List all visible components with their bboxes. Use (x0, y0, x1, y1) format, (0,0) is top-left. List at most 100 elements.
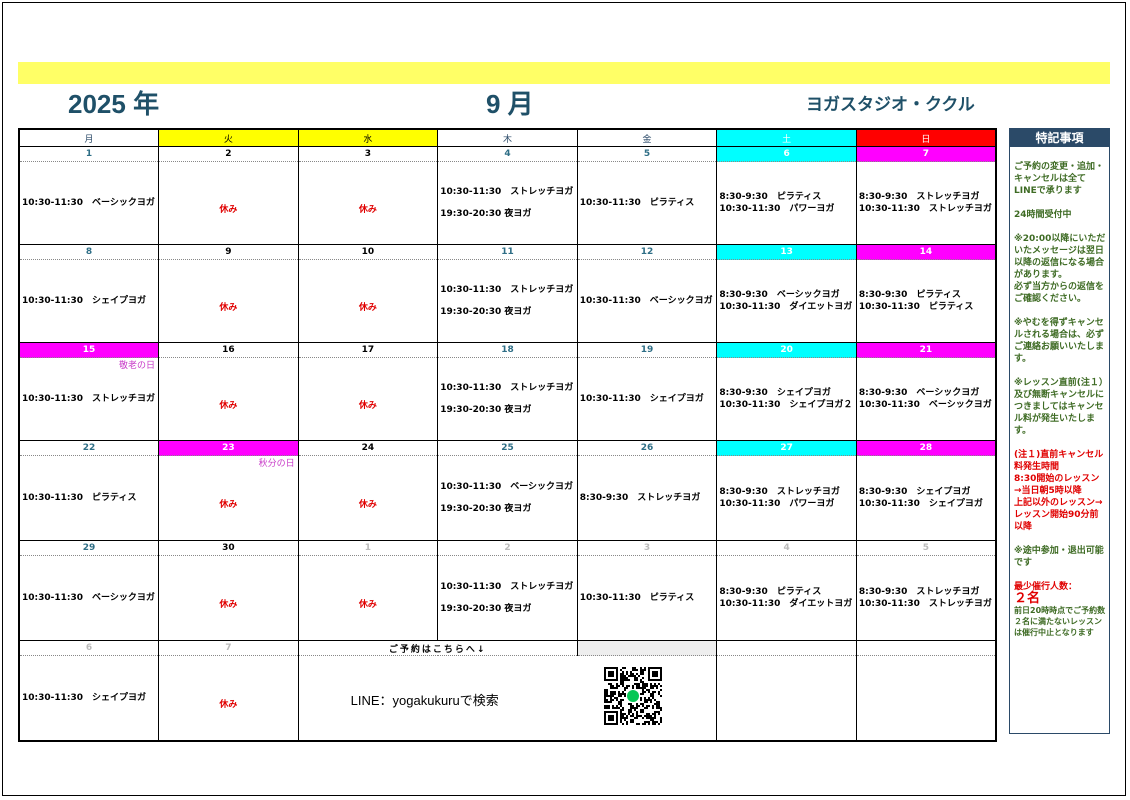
day-cell: 休み (297, 357, 439, 441)
day-cell: 8:30-9:30 ストレッチヨガ 10:30-11:30 パワーヨガ (716, 455, 857, 541)
closed-label: 休み (358, 499, 377, 510)
date-cell: 24 (297, 440, 439, 456)
date-cell: 2 (437, 540, 578, 556)
note-4: ※やむを得ずキャンセルされる場合は、必ずご連絡お願いいたします。 (1014, 318, 1105, 364)
min-participants-note: 前日20時時点でご予約数２名に満たないレッスンは催行中止となります (1014, 606, 1106, 637)
day-cell: 休み (297, 161, 439, 245)
closed-label: 休み (358, 400, 377, 411)
lesson-entry: 10:30-11:30 ベーシックヨガ (579, 296, 713, 306)
lesson-entry: 8:30-9:30 ストレッチヨガ (579, 493, 701, 503)
day-cell: 8:30-9:30 ベーシックヨガ 10:30-11:30 ダイエットヨガ (716, 259, 857, 343)
weekday-1: 火 (158, 129, 299, 147)
closed-label: 休み (358, 302, 377, 313)
date-cell: 26 (576, 440, 718, 456)
day-cell: 休み (297, 555, 439, 641)
day-cell: 10:30-11:30 ピラティス (18, 455, 160, 541)
date-cell: 3 (297, 146, 439, 162)
line-search-text: LINE：yogakukuruで検索 (350, 693, 499, 708)
lesson-entry: 10:30-11:30 ベーシックヨガ (22, 198, 155, 208)
day-cell: 8:30-9:30 シェイプヨガ 10:30-11:30 シェイプヨガ２ (716, 357, 857, 441)
lesson-entry: 10:30-11:30 ベーシックヨガ (440, 482, 574, 492)
lesson-entry: 10:30-11:30 ダイエットヨガ (719, 599, 853, 609)
date-cell: 14 (855, 244, 997, 260)
day-cell: 休み (158, 555, 299, 641)
day-cell: 休み (158, 357, 299, 441)
lesson-entry: 10:30-11:30 ストレッチヨガ (858, 204, 992, 214)
lesson-row: 10:30-11:30 シェイプヨガ 休み 休み 10:30-11:30 ストレッチヨ… (18, 259, 997, 343)
night-lesson-entry: 19:30-20:30 夜ヨガ (440, 405, 532, 415)
studio-name: ヨガスタジオ・ククル (806, 95, 975, 115)
weekday-header-row: 月火水木金土日 (18, 129, 997, 147)
line-reservation: LINE：yogakukuruで検索 (297, 655, 718, 741)
day-cell: 10:30-11:30 ストレッチヨガ 19:30-20:30 夜ヨガ (437, 259, 578, 343)
qr-code-icon[interactable] (603, 667, 662, 725)
date-row: 8 9 10 11 12 13 14 (18, 244, 997, 260)
reserve-heading: ご予約はこちらへ↓ (297, 640, 578, 656)
lesson-entry: 10:30-11:30 ストレッチヨガ (440, 582, 574, 592)
date-cell: 15 (18, 342, 160, 358)
lesson-entry: 10:30-11:30 パワーヨガ (719, 499, 835, 509)
date-cell: 3 (576, 540, 718, 556)
lesson-entry: 10:30-11:30 パワーヨガ (719, 204, 835, 214)
date-cell: 7 (158, 640, 299, 656)
day-cell: 8:30-9:30 シェイプヨガ 10:30-11:30 シェイプヨガ (855, 455, 997, 541)
lesson-entry: 10:30-11:30 ピラティス (579, 593, 695, 603)
date-cell: 1 (18, 146, 160, 162)
date-cell: 20 (716, 342, 857, 358)
date-cell: 4 (437, 146, 578, 162)
midway-note: ※途中参加・退出可能です (1014, 546, 1104, 568)
weekday-5: 土 (716, 129, 857, 147)
lesson-entry: 10:30-11:30 シェイプヨガ２ (719, 400, 853, 410)
sidebar-title: 特記事項 (1010, 129, 1109, 147)
day-cell: 休み (297, 455, 439, 541)
date-cell: 2 (158, 146, 299, 162)
lesson-row: 10:30-11:30 ピラティス 秋分の日 休み休み 10:30-11:30 ベーシ… (18, 455, 997, 541)
note-3: ※20:00以降にいただいたメッセージは翌日以降の返信になる場合があります。 必… (1014, 234, 1106, 304)
lesson-entry: 8:30-9:30 ストレッチヨガ (858, 587, 980, 597)
day-cell (716, 655, 857, 741)
lesson-entry: 10:30-11:30 ベーシックヨガ (22, 593, 155, 603)
day-cell: 10:30-11:30 ストレッチヨガ 19:30-20:30 夜ヨガ (437, 161, 578, 245)
date-cell: 18 (437, 342, 578, 358)
weekday-4: 金 (576, 129, 718, 147)
date-cell: 13 (716, 244, 857, 260)
date-cell: 19 (576, 342, 718, 358)
lesson-entry: 10:30-11:30 シェイプヨガ (579, 394, 704, 404)
night-lesson-entry: 19:30-20:30 夜ヨガ (440, 209, 532, 219)
date-cell (716, 640, 857, 656)
day-cell: 休み (158, 655, 299, 741)
day-cell: 8:30-9:30 ストレッチヨガ 10:30-11:30 ストレッチヨガ (855, 555, 997, 641)
cancel-fee-note: (注１)直前キャンセル料発生時間 8:30開始のレッスン→当日朝5時以降 上記以… (1014, 450, 1104, 532)
lesson-entry: 10:30-11:30 ストレッチヨガ (440, 187, 574, 197)
date-cell: 5 (576, 146, 718, 162)
closed-label: 休み (358, 204, 377, 215)
date-cell: 29 (18, 540, 160, 556)
day-cell: 休み (158, 259, 299, 343)
day-cell: 8:30-9:30 ストレッチヨガ (576, 455, 718, 541)
date-cell: 12 (576, 244, 718, 260)
day-cell: 8:30-9:30 ピラティス 10:30-11:30 パワーヨガ (716, 161, 857, 245)
date-row: 6 7 ご予約はこちらへ↓ (18, 640, 997, 656)
weekday-6: 日 (855, 129, 997, 147)
day-cell: 休み (297, 259, 439, 343)
sidebar-notes: 特記事項 ご予約の変更・追加・キャンセルは全てLINEで承ります 24時間受付中… (1009, 128, 1110, 734)
night-lesson-entry: 19:30-20:30 夜ヨガ (440, 307, 532, 317)
date-cell: 27 (716, 440, 857, 456)
date-cell (855, 640, 997, 656)
lesson-row: 10:30-11:30 ベーシックヨガ 休み 休み 10:30-11:30 ストレッチ… (18, 161, 997, 245)
date-cell: 8 (18, 244, 160, 260)
day-cell: 秋分の日 休み (158, 455, 299, 541)
date-cell: 11 (437, 244, 578, 260)
lesson-entry: 10:30-11:30 ピラティス (858, 302, 974, 312)
date-cell: 4 (716, 540, 857, 556)
lesson-entry: 8:30-9:30 ストレッチヨガ (858, 192, 980, 202)
month-label: 9 月 (486, 89, 534, 119)
day-cell: 10:30-11:30 ベーシックヨガ (18, 555, 160, 641)
date-cell: 21 (855, 342, 997, 358)
closed-label: 休み (219, 599, 238, 610)
night-lesson-entry: 19:30-20:30 夜ヨガ (440, 604, 532, 614)
day-cell: 10:30-11:30 シェイプヨガ (18, 259, 160, 343)
date-cell: 17 (297, 342, 439, 358)
lesson-entry: 8:30-9:30 ピラティス (858, 290, 961, 300)
day-cell: 敬老の日 10:30-11:30 ストレッチヨガ (18, 357, 160, 441)
